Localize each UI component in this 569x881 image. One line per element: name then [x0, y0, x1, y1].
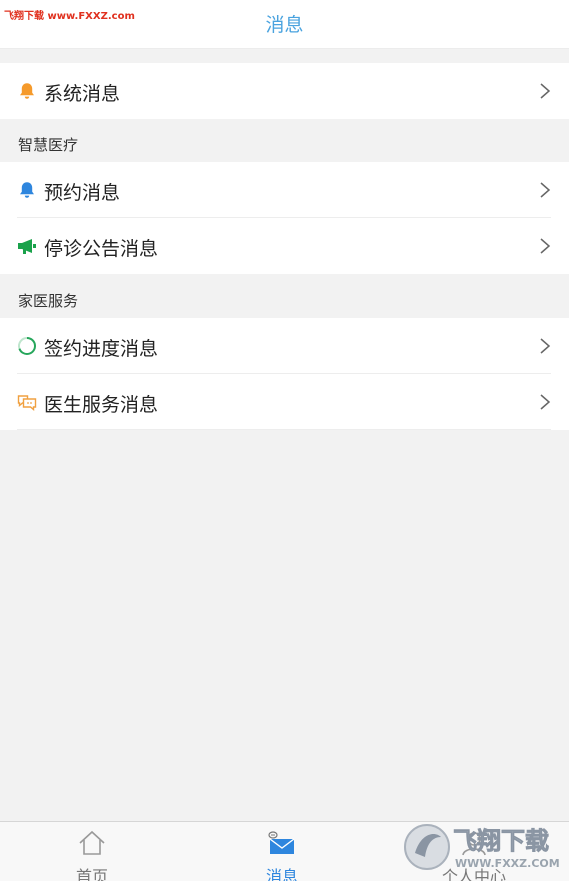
mail-icon: [268, 831, 295, 854]
tab-label: 消息: [265, 867, 298, 881]
home-icon: [79, 830, 105, 855]
family-doctor-card: 签约进度消息 医生服务消息: [0, 318, 569, 430]
bell-icon: [20, 83, 34, 99]
chevron-right-icon: [540, 338, 551, 354]
list-item-doctor-service[interactable]: 医生服务消息: [0, 374, 569, 430]
page-title: 消息: [265, 14, 304, 36]
top-bar: 飞翔下载 www.FXXZ.com 消息: [0, 0, 569, 49]
list-item-label: 医生服务消息: [44, 394, 159, 416]
tab-messages[interactable]: 消息: [222, 822, 342, 881]
list-item-label: 停诊公告消息: [44, 238, 159, 260]
chevron-right-icon: [540, 83, 551, 99]
chat-bubbles-icon: [17, 395, 37, 411]
list-item-system-messages[interactable]: 系统消息: [0, 63, 569, 119]
list-item-signing-progress[interactable]: 签约进度消息: [0, 318, 569, 374]
bell-icon: [20, 182, 34, 198]
tab-home[interactable]: 首页: [32, 822, 152, 881]
watermark-title: 飞翔下载: [453, 827, 549, 855]
chevron-right-icon: [540, 394, 551, 410]
list-item-appointment-messages[interactable]: 预约消息: [0, 162, 569, 218]
section-title-smart-medical: 智慧医疗: [18, 136, 79, 154]
list-item-suspension-notice[interactable]: 停诊公告消息: [0, 218, 569, 274]
chevron-right-icon: [540, 182, 551, 198]
list-item-label: 签约进度消息: [44, 338, 159, 360]
chevron-right-icon: [540, 238, 551, 254]
smart-medical-card: 预约消息 停诊公告消息: [0, 162, 569, 274]
progress-circle-icon: [18, 337, 36, 355]
watermark-logo: 飞翔下载 WWW.FXXZ.COM: [404, 824, 560, 870]
list-item-label: 预约消息: [44, 182, 121, 204]
section-title-family-doctor: 家医服务: [18, 292, 79, 310]
divider: [17, 429, 551, 430]
list-item-label: 系统消息: [44, 83, 121, 105]
system-card: 系统消息: [0, 63, 569, 119]
megaphone-icon: [18, 239, 36, 254]
watermark-url: WWW.FXXZ.COM: [455, 857, 560, 870]
tab-label: 首页: [75, 867, 108, 881]
